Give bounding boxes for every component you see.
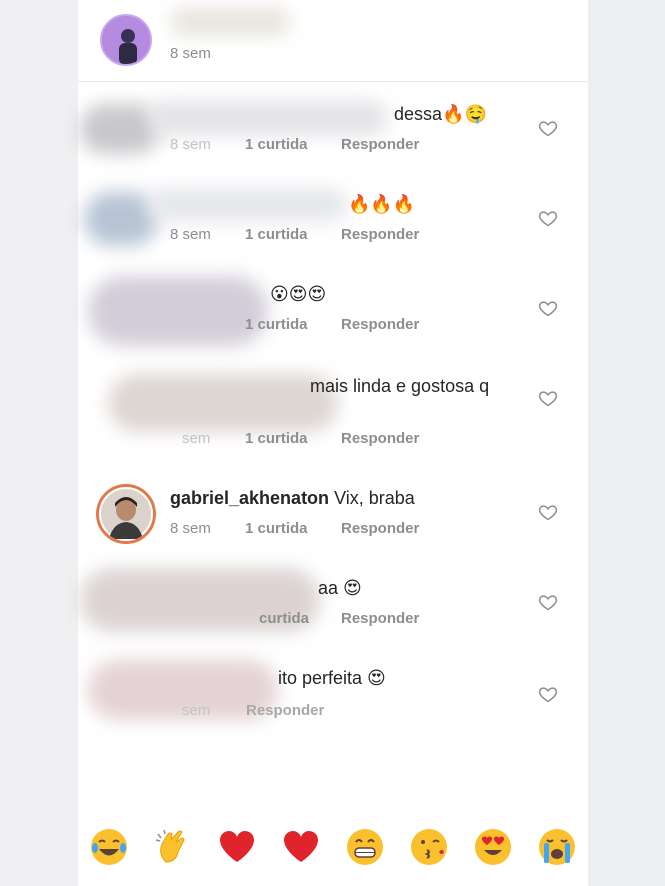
grinning-icon[interactable] [344,826,386,868]
comments-panel: 8 sem dessa🔥🤤 8 sem 1 curtida Responder … [78,0,588,886]
like-heart-icon[interactable] [538,592,558,612]
comment-item: dessa🔥🤤 8 sem 1 curtida Responder [78,96,588,176]
comment-meta: 8 sem [170,520,211,537]
like-count[interactable]: 1 curtida [245,136,308,153]
commenter-username[interactable]: gabriel_akhenaton [170,488,329,508]
comment-text: mais linda e gostosa q [310,376,490,396]
post-header: 8 sem [78,0,588,82]
like-heart-icon[interactable] [538,298,558,318]
reply-button[interactable]: Responder [341,136,419,153]
emoji-reaction-bar [78,818,588,878]
comment-item: 🔥🔥🔥 8 sem 1 curtida Responder [78,186,588,266]
author-avatar[interactable] [100,14,152,66]
like-count[interactable]: 1 curtida [245,226,308,243]
like-count[interactable]: 1 curtida [245,316,308,333]
reply-button[interactable]: Responder [341,520,419,537]
red-heart-icon[interactable] [216,826,258,868]
reply-button[interactable]: Responder [341,316,419,333]
commenter-avatar-redacted [84,192,158,246]
comment-text: 😮😍😍 [270,284,327,304]
comment-meta: sem [182,702,211,719]
comment-text: ito perfeita 😍 [278,668,386,688]
comment-item: ito perfeita 😍 sem Responder [78,660,588,740]
comment-text-redacted [148,100,388,136]
comment-text: aa 😍 [318,578,362,598]
reply-button[interactable]: Responder [341,226,419,243]
like-heart-icon[interactable] [538,118,558,138]
comment-item: aa 😍 curtida Responder [78,568,588,648]
crying-icon[interactable] [536,826,578,868]
commenter-avatar-redacted [108,374,338,432]
commenter-avatar-redacted [88,276,268,346]
reply-button[interactable]: Responder [246,702,324,719]
reply-button[interactable]: Responder [341,430,419,447]
comment-text: dessa🔥🤤 [394,104,487,124]
author-name-redacted [170,8,290,36]
laughing-tears-icon[interactable] [88,826,130,868]
comment-text: gabriel_akhenaton Vix, braba [170,488,415,508]
reply-button[interactable]: Responder [341,610,419,627]
comment-item: gabriel_akhenaton Vix, braba 8 sem 1 cur… [78,478,588,558]
comment-text-redacted [148,188,348,222]
red-heart-icon[interactable] [280,826,322,868]
comment-meta: sem [182,430,211,447]
like-heart-icon[interactable] [538,388,558,408]
avatar-photo-icon [102,16,150,64]
clapping-hands-icon[interactable] [152,826,194,868]
commenter-avatar[interactable] [96,484,156,544]
comment-meta: 8 sem [170,136,211,153]
comment-item: 😮😍😍 1 curtida Responder [78,276,588,358]
comment-item: mais linda e gostosa q sem 1 curtida Res… [78,366,588,456]
like-count[interactable]: 1 curtida [245,430,308,447]
like-count[interactable]: curtida [259,610,309,627]
like-heart-icon[interactable] [538,684,558,704]
right-backdrop [588,0,665,886]
like-count[interactable]: 1 curtida [245,520,308,537]
like-heart-icon[interactable] [538,502,558,522]
like-heart-icon[interactable] [538,208,558,228]
comment-text: 🔥🔥🔥 [348,194,416,214]
kissing-icon[interactable] [408,826,450,868]
post-time: 8 sem [170,45,211,62]
comment-meta: 8 sem [170,226,211,243]
avatar-photo-icon [101,489,151,539]
heart-eyes-icon[interactable] [472,826,514,868]
